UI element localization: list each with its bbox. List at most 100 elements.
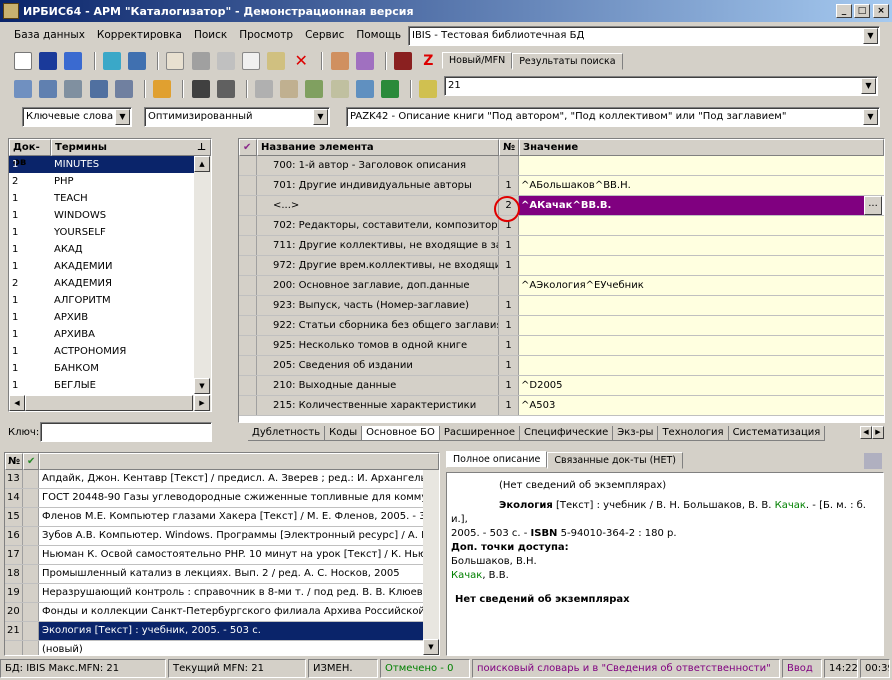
field-row[interactable]: 700: 1-й автор - Заголовок описания <box>239 156 884 176</box>
field-row[interactable]: 923: Выпуск, часть (Номер-заглавие) 1 <box>239 296 884 316</box>
field-tab[interactable]: Систематизация <box>728 426 826 441</box>
search-mode-select[interactable]: Оптимизированный ▼ <box>144 107 330 127</box>
scroll-thumb[interactable] <box>25 395 193 411</box>
field-row[interactable]: 922: Статьи сборника без общего заглавия… <box>239 316 884 336</box>
row-marker[interactable] <box>239 396 257 415</box>
terms-col-docs[interactable]: Док-ов <box>9 139 51 168</box>
field-tab[interactable]: Основное БО <box>362 426 440 441</box>
record-mark[interactable] <box>23 489 39 507</box>
print-preview-icon[interactable] <box>280 80 299 98</box>
row-marker[interactable] <box>239 376 257 395</box>
dictionary-select[interactable]: Ключевые слова ▼ <box>22 107 132 127</box>
record-mark[interactable] <box>23 546 39 564</box>
edit-icon[interactable] <box>267 52 286 70</box>
terms-horizontal-scrollbar[interactable]: ◀ ▶ <box>9 395 211 411</box>
field-value[interactable]: ^A503 <box>519 396 864 415</box>
field-row[interactable]: 711: Другие коллективы, не входящие в за… <box>239 236 884 256</box>
menu-search[interactable]: Поиск <box>188 29 233 41</box>
record-row[interactable]: 13 Апдайк, Джон. Кентавр [Текст] / предис… <box>5 470 439 489</box>
doc-copy-icon[interactable] <box>330 80 349 98</box>
row-marker[interactable] <box>239 216 257 235</box>
key-input[interactable] <box>40 422 212 442</box>
row-marker[interactable] <box>239 336 257 355</box>
doc-export-icon[interactable] <box>305 80 324 98</box>
terms-row[interactable]: 1 WINDOWS <box>9 207 211 224</box>
fields-col-num[interactable]: № <box>499 139 519 156</box>
folder-icon[interactable] <box>216 80 235 98</box>
list-icon[interactable] <box>241 52 260 70</box>
terms-row[interactable]: 1 АРХИВ <box>9 309 211 326</box>
printer-icon[interactable] <box>255 80 274 98</box>
tab-new-mfn[interactable]: Новый/MFN <box>442 52 513 69</box>
row-marker[interactable] <box>239 196 257 215</box>
field-tab[interactable]: Технология <box>658 426 729 441</box>
record-mark[interactable] <box>23 470 39 488</box>
minimize-button[interactable]: _ <box>836 4 852 18</box>
scroll-left-icon[interactable]: ◀ <box>9 395 25 411</box>
check-icon[interactable]: ✔ <box>23 453 39 470</box>
record-mark[interactable] <box>23 622 39 640</box>
scroll-right-icon[interactable]: ▶ <box>194 395 210 411</box>
check-icon[interactable]: ✔ <box>239 139 257 156</box>
field-row[interactable]: 701: Другие индивидуальные авторы 1 ^AБоль… <box>239 176 884 196</box>
back-icon[interactable] <box>102 52 121 70</box>
record-mark[interactable] <box>23 603 39 621</box>
record-row[interactable]: 20 Фонды и коллекции Санкт-Петербургского… <box>5 603 439 622</box>
menu-view[interactable]: Просмотр <box>233 29 299 41</box>
terms-row[interactable]: 2 PHP <box>9 173 211 190</box>
field-row[interactable]: <...> 2 ^AКачак^BВ.В.... <box>239 196 884 216</box>
tab-search-results[interactable]: Результаты поиска <box>512 53 623 70</box>
terms-row[interactable]: 1 АКАДЕМИИ <box>9 258 211 275</box>
field-row[interactable]: 215: Количественные характеристики 1 ^A503 <box>239 396 884 416</box>
record-row[interactable]: 14 ГОСТ 20448-90 Газы углеводородные сжиж… <box>5 489 439 508</box>
access-point[interactable]: Большаков, В.Н. <box>451 555 879 569</box>
field-value[interactable] <box>519 236 864 255</box>
field-value[interactable] <box>519 156 864 175</box>
scroll-up-icon[interactable]: ▲ <box>194 156 210 172</box>
pin-icon[interactable]: ⊥ <box>197 140 206 155</box>
scroll-down-icon[interactable]: ▼ <box>423 639 439 655</box>
field-value[interactable] <box>519 316 864 335</box>
fields-col-name[interactable]: Название элемента <box>257 139 499 156</box>
dialog2-icon[interactable] <box>39 80 58 98</box>
terms-row[interactable]: 1 YOURSELF <box>9 224 211 241</box>
terms-row[interactable]: 1 MINUTES <box>9 156 211 173</box>
records-scrollbar[interactable]: ▼ <box>423 470 439 655</box>
worksheet-select[interactable]: PAZK42 - Описание книги "Под автором", "… <box>346 107 880 127</box>
terms-row[interactable]: 2 АКАДЕМИЯ <box>9 275 211 292</box>
records-col-num[interactable]: № <box>5 453 23 470</box>
field-tab[interactable]: Специфические <box>519 426 614 441</box>
field-more-button[interactable]: ... <box>864 196 882 215</box>
field-value[interactable]: ^AЭкология^EУчебник <box>519 276 864 295</box>
field-tab[interactable]: Экз-ры <box>613 426 659 441</box>
database-select[interactable]: IBIS - Тестовая библиотечная БД ▼ <box>408 26 880 46</box>
row-marker[interactable] <box>239 356 257 375</box>
record-mark[interactable] <box>23 641 39 655</box>
row-marker[interactable] <box>239 316 257 335</box>
terms-row[interactable]: 1 TEACH <box>9 190 211 207</box>
delete-icon[interactable]: ✕ <box>292 52 310 70</box>
record-mark[interactable] <box>23 527 39 545</box>
row-marker[interactable] <box>239 256 257 275</box>
terms-row[interactable]: 1 АСТРОНОМИЯ <box>9 343 211 360</box>
terms-row[interactable]: 1 БАНКОМ <box>9 360 211 377</box>
fields-col-value[interactable]: Значение <box>519 139 884 156</box>
field-row[interactable]: 210: Выходные данные 1 ^D2005 <box>239 376 884 396</box>
tab-linked-docs[interactable]: Связанные док-ты (НЕТ) <box>547 452 683 469</box>
menu-service[interactable]: Сервис <box>299 29 350 41</box>
record-row[interactable]: 16 Зубов А.В. Компьютер. Windows. Програм… <box>5 527 439 546</box>
mfn-input[interactable]: 21 ▼ <box>444 76 878 96</box>
dialog-icon[interactable] <box>14 80 32 98</box>
mail-icon[interactable] <box>64 80 83 98</box>
record-row[interactable]: 18 Промышленный катализ в лекциях. Вып. 2… <box>5 565 439 584</box>
forward-icon[interactable] <box>127 52 146 70</box>
print-icon[interactable] <box>191 52 210 70</box>
field-value[interactable] <box>519 256 864 275</box>
field-tab[interactable]: Расширенное <box>439 426 520 441</box>
print-icon[interactable] <box>864 453 882 469</box>
camera-icon[interactable] <box>191 80 210 98</box>
field-value[interactable] <box>519 296 864 315</box>
help-icon[interactable] <box>419 80 438 98</box>
field-tab[interactable]: Коды <box>325 426 363 441</box>
excel-icon[interactable] <box>381 80 399 98</box>
